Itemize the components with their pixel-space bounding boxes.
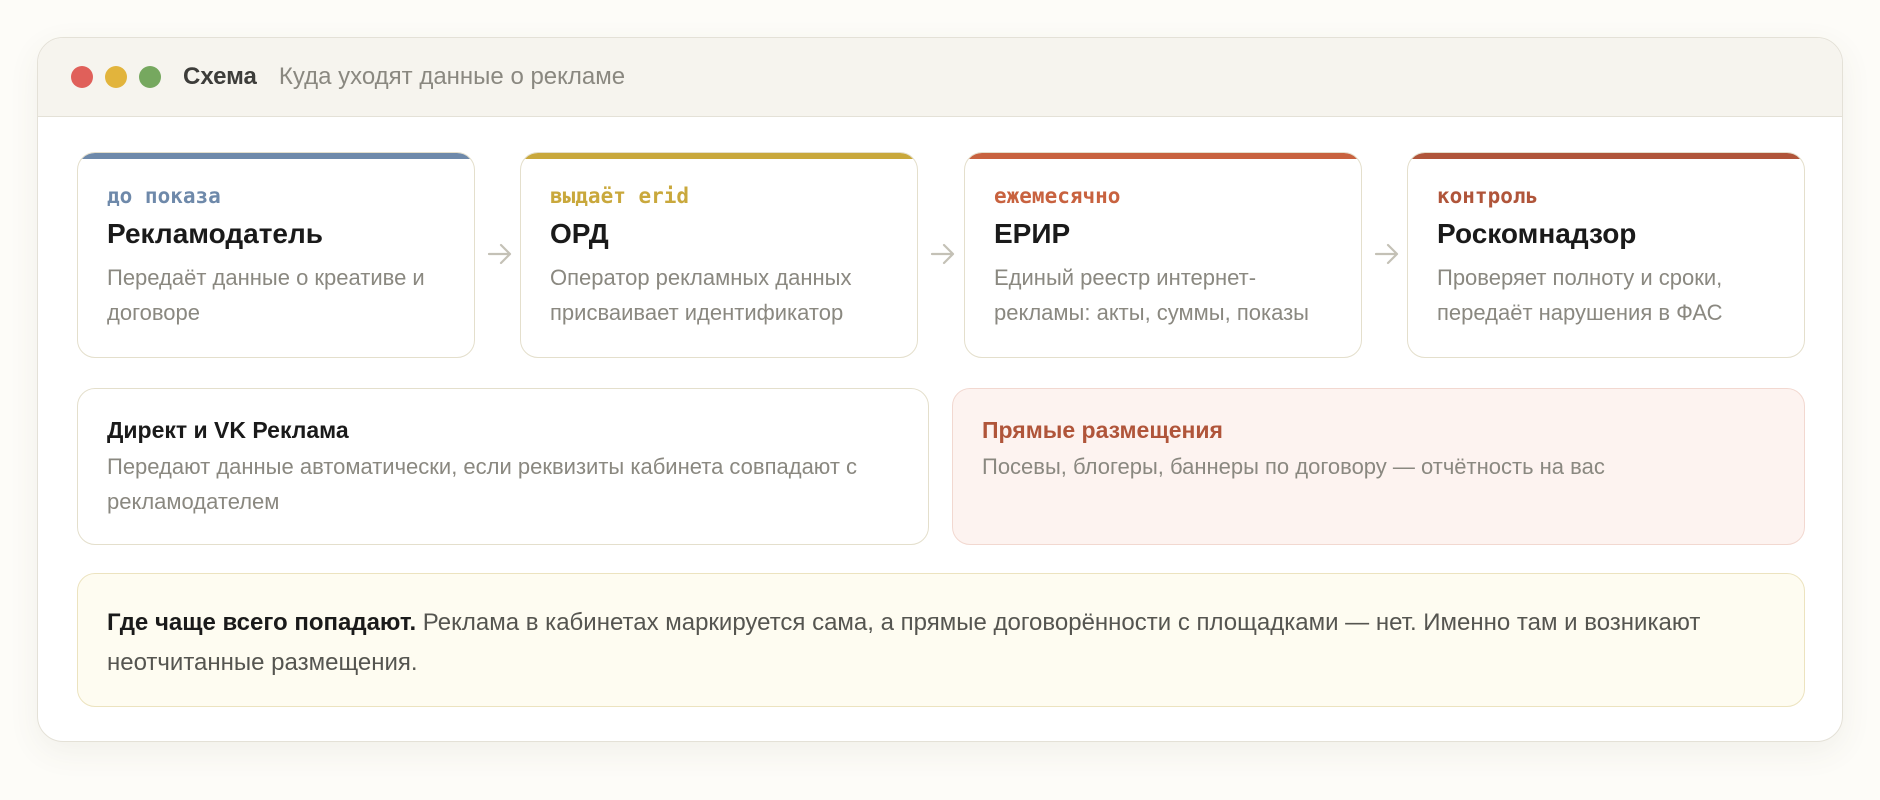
window-title: Схема [183, 63, 257, 90]
stage-description: Единый реестр интернет-рекламы: акты, су… [994, 265, 1309, 325]
stage-roskomnadzor: контроль Роскомнадзор Проверяет полноту … [1407, 152, 1805, 358]
platform-description: Передают данные автоматически, если рекв… [107, 454, 858, 514]
arrow-right-icon [482, 238, 518, 270]
stage-advertiser: до показа Рекламодатель Передаёт данные … [77, 152, 475, 358]
window-titlebar: Схема Куда уходят данные о рекламе [38, 38, 1842, 117]
stage-erir: ежемесячно ЕРИР Единый реестр интернет-р… [964, 152, 1362, 358]
stage-ord: выдаёт erid ОРД Оператор рекламных данны… [520, 152, 918, 358]
arrow-right-icon [1369, 238, 1405, 270]
platform-title: Директ и VK Реклама [107, 417, 349, 443]
stage-accent-bar [521, 153, 917, 159]
stage-description: Оператор рекламных данных присваивает ид… [550, 265, 852, 325]
note-lead: Где чаще всего попадают. [107, 609, 417, 636]
minimize-window-button[interactable] [105, 66, 127, 88]
platform-ad-cabinets: Директ и VK Реклама Передают данные авто… [77, 388, 929, 545]
stage-title: ЕРИР [994, 218, 1071, 249]
arrow-right-icon [925, 238, 961, 270]
diagram-window: Схема Куда уходят данные о рекламе до по… [37, 37, 1843, 742]
stage-title: Роскомнадзор [1437, 218, 1637, 249]
window-subtitle: Куда уходят данные о рекламе [278, 63, 626, 90]
stage-title: Рекламодатель [107, 218, 323, 249]
stage-description: Проверяет полноту и сроки, передаёт нару… [1437, 265, 1723, 325]
close-window-button[interactable] [71, 66, 93, 88]
stage-tag: до показа [107, 184, 221, 208]
stage-accent-bar [1408, 153, 1804, 159]
stage-tag: контроль [1437, 184, 1539, 208]
data-flow: до показа Рекламодатель Передаёт данные … [77, 152, 1805, 358]
warning-note: Где чаще всего попадают. Реклама в кабин… [77, 573, 1805, 707]
platform-title: Прямые размещения [982, 417, 1223, 443]
platform-description: Посевы, блогеры, баннеры по договору — о… [982, 454, 1605, 479]
stage-tag: выдаёт erid [550, 184, 690, 208]
maximize-window-button[interactable] [139, 66, 161, 88]
stage-accent-bar [965, 153, 1361, 159]
stage-title: ОРД [550, 218, 609, 249]
stage-tag: ежемесячно [994, 184, 1121, 208]
platform-direct-placements: Прямые размещения Посевы, блогеры, банне… [952, 388, 1805, 545]
stage-accent-bar [78, 153, 474, 159]
stage-description: Передаёт данные о креативе и договоре [107, 265, 425, 325]
